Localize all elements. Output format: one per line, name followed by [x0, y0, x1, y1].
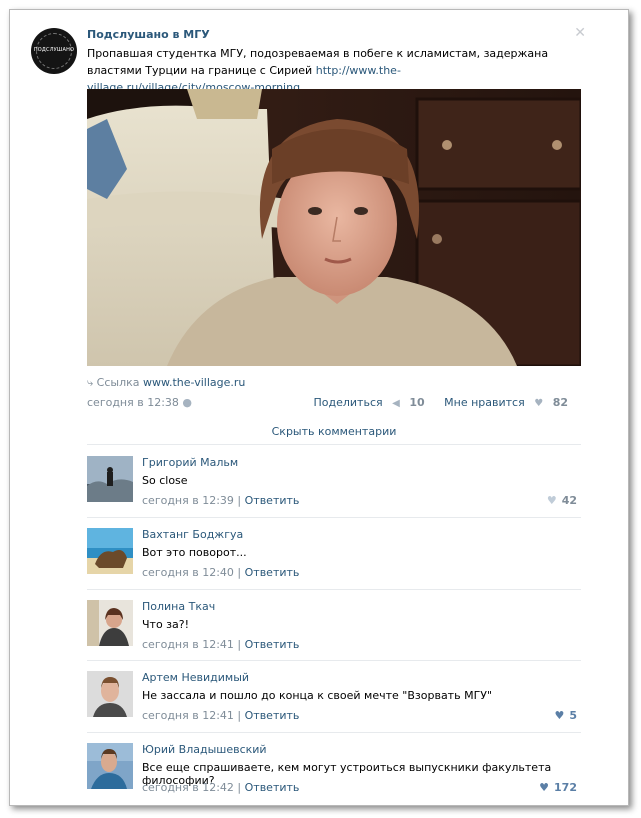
link-label: Ссылка [96, 376, 140, 389]
avatar-image [87, 456, 133, 502]
comment-meta: сегодня в 12:41 | Ответить [142, 709, 300, 722]
comment-time[interactable]: сегодня в 12:42 [142, 781, 234, 794]
like-button[interactable]: Мне нравится ♥ 82 [438, 396, 568, 409]
avatar-image [87, 671, 133, 717]
comment-like-count: 172 [554, 781, 577, 794]
avatar-image [87, 528, 133, 574]
comment-item: Вахтанг Боджгуа Вот это поворот... сегод… [87, 518, 581, 590]
reply-button[interactable]: Ответить [245, 566, 300, 579]
comment-text: Что за?! [142, 618, 190, 631]
comment-meta: сегодня в 12:40 | Ответить [142, 566, 300, 579]
reply-button[interactable]: Ответить [245, 781, 300, 794]
comment-avatar[interactable] [87, 743, 133, 789]
group-avatar[interactable]: ПОДСЛУШАНО [31, 28, 77, 74]
post-card: ПОДСЛУШАНО ✕ Подслушано в МГУ Пропавшая … [9, 9, 629, 806]
comment-like-button[interactable]: ♥ 172 [539, 781, 577, 794]
reply-button[interactable]: Ответить [245, 709, 300, 722]
megaphone-icon: ◀ [392, 398, 400, 409]
comment-like-count: 5 [569, 709, 577, 722]
comment-item: Григорий Мальм So close сегодня в 12:39 … [87, 446, 581, 518]
hide-comments-button[interactable]: Скрыть комментарии [87, 425, 581, 438]
comment-item: Полина Ткач Что за?! сегодня в 12:41 | О… [87, 590, 581, 662]
comment-avatar[interactable] [87, 671, 133, 717]
apple-icon: ● [182, 396, 193, 409]
reply-button[interactable]: Ответить [245, 494, 300, 507]
comment-meta: сегодня в 12:41 | Ответить [142, 638, 300, 651]
group-name-link[interactable]: Подслушано в МГУ [87, 28, 210, 41]
comment-author[interactable]: Юрий Владышевский [142, 743, 267, 756]
comment-author[interactable]: Полина Ткач [142, 600, 215, 613]
share-count: 10 [409, 396, 425, 409]
divider [87, 444, 581, 445]
comment-text: So close [142, 474, 188, 487]
comment-avatar[interactable] [87, 528, 133, 574]
avatar-image [87, 743, 133, 789]
comment-like-button[interactable]: ♥ 42 [547, 494, 577, 507]
link-attachment[interactable]: ⤷ Ссылка www.the-village.ru [87, 376, 245, 390]
comment-author[interactable]: Вахтанг Боджгуа [142, 528, 243, 541]
comment-like-count: 42 [561, 494, 577, 507]
link-domain[interactable]: www.the-village.ru [143, 376, 245, 389]
heart-icon: ♥ [546, 494, 557, 507]
comment-author[interactable]: Артем Невидимый [142, 671, 249, 684]
post-photo[interactable] [87, 89, 581, 366]
comment-time[interactable]: сегодня в 12:39 [142, 494, 234, 507]
comment-meta: сегодня в 12:39 | Ответить [142, 494, 300, 507]
comment-meta: сегодня в 12:42 | Ответить [142, 781, 300, 794]
comment-time[interactable]: сегодня в 12:40 [142, 566, 234, 579]
comment-time[interactable]: сегодня в 12:41 [142, 638, 234, 651]
comment-like-button[interactable]: ♥ 5 [554, 709, 577, 722]
link-icon: ⤷ [87, 376, 94, 389]
post-meta: сегодня в 12:38 ● [87, 396, 192, 409]
like-label: Мне нравится [444, 396, 525, 409]
heart-icon: ♥ [539, 781, 550, 794]
comment-item: Артем Невидимый Не зассала и пошло до ко… [87, 661, 581, 733]
comment-author[interactable]: Григорий Мальм [142, 456, 238, 469]
avatar-image [87, 600, 133, 646]
avatar-logo-text: ПОДСЛУШАНО [33, 47, 75, 53]
comment-text: Вот это поворот... [142, 546, 247, 559]
comment-time[interactable]: сегодня в 12:41 [142, 709, 234, 722]
share-label: Поделиться [313, 396, 383, 409]
comment-item: Юрий Владышевский Все еще спрашиваете, к… [87, 733, 581, 805]
heart-icon: ♥ [554, 709, 565, 722]
reply-button[interactable]: Ответить [245, 638, 300, 651]
comment-avatar[interactable] [87, 456, 133, 502]
post-actions: Поделиться ◀ 10 Мне нравится ♥ 82 [302, 396, 569, 409]
heart-icon: ♥ [534, 398, 544, 409]
comment-text: Не зассала и пошло до конца к своей мечт… [142, 689, 493, 702]
like-count: 82 [552, 396, 568, 409]
post-time[interactable]: сегодня в 12:38 [87, 396, 179, 409]
comment-avatar[interactable] [87, 600, 133, 646]
close-icon[interactable]: ✕ [574, 26, 586, 40]
share-button[interactable]: Поделиться ◀ 10 [308, 396, 425, 409]
post-photo-image [87, 89, 581, 366]
